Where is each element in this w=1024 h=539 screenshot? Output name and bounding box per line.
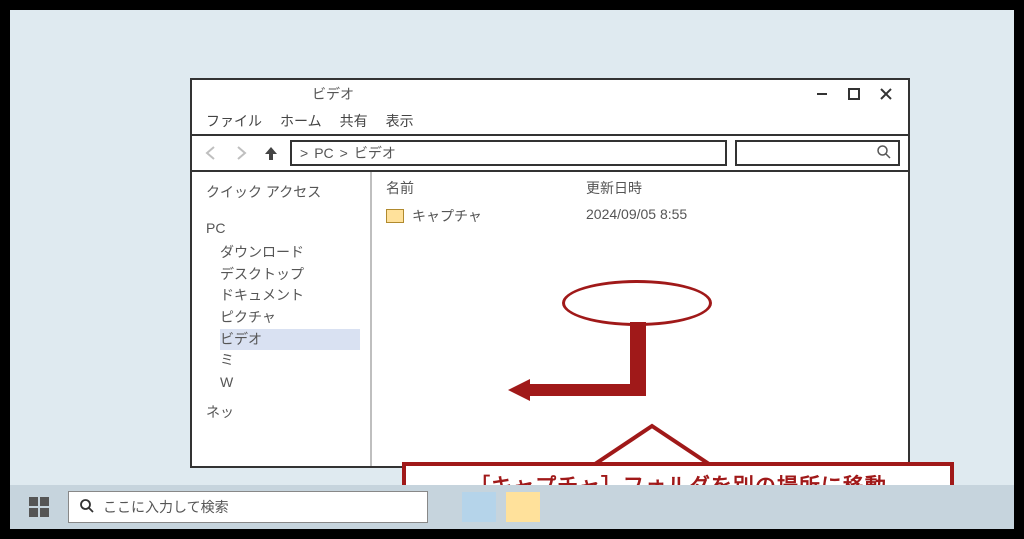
- menu-file[interactable]: ファイル: [206, 111, 262, 131]
- sidebar-item-w[interactable]: W: [220, 372, 360, 394]
- list-item[interactable]: キャプチャ: [386, 204, 586, 228]
- sidebar-item-music[interactable]: ミ: [220, 350, 360, 372]
- sidebar-item-documents[interactable]: ドキュメント: [220, 285, 360, 307]
- column-header-name[interactable]: 名前: [386, 178, 586, 198]
- annotation-arrow-head: [508, 379, 530, 401]
- nav-forward-button[interactable]: [230, 142, 252, 164]
- sidebar-quick-access[interactable]: クイック アクセス: [206, 182, 360, 202]
- sidebar: クイック アクセス PC ダウンロード デスクトップ ドキュメント ピクチャ ビ…: [192, 172, 370, 466]
- taskbar-search-placeholder: ここに入力して検索: [103, 497, 229, 517]
- path-seg-pc[interactable]: PC: [314, 145, 333, 161]
- minimize-button[interactable]: [806, 83, 838, 105]
- taskbar-app-2[interactable]: [506, 492, 540, 522]
- folder-icon: [386, 209, 404, 223]
- address-bar[interactable]: > PC > ビデオ: [290, 140, 727, 166]
- annotation-ellipse: [562, 280, 712, 326]
- window-title: ビデオ: [312, 84, 354, 104]
- titlebar: ビデオ: [192, 80, 908, 108]
- taskbar: ここに入力して検索: [10, 485, 1014, 529]
- column-header-modified[interactable]: 更新日時: [586, 178, 894, 198]
- annotation-arrow: [528, 384, 646, 396]
- sidebar-item-downloads[interactable]: ダウンロード: [220, 242, 360, 264]
- menu-share[interactable]: 共有: [340, 111, 368, 131]
- file-list: 名前 キャプチャ 更新日時 2024/09/05 8:55: [372, 172, 908, 466]
- menu-home[interactable]: ホーム: [280, 111, 322, 131]
- sidebar-item-desktop[interactable]: デスクトップ: [220, 264, 360, 286]
- sidebar-item-pictures[interactable]: ピクチャ: [220, 307, 360, 329]
- path-sep: >: [340, 145, 348, 161]
- menu-view[interactable]: 表示: [386, 111, 414, 131]
- file-name: キャプチャ: [412, 206, 482, 226]
- taskbar-app-1[interactable]: [462, 492, 496, 522]
- maximize-button[interactable]: [838, 83, 870, 105]
- search-icon: [79, 498, 95, 517]
- nav-back-button[interactable]: [200, 142, 222, 164]
- start-button[interactable]: [20, 490, 58, 524]
- path-sep: >: [300, 145, 308, 161]
- sidebar-pc[interactable]: PC: [206, 220, 360, 236]
- file-modified: 2024/09/05 8:55: [586, 204, 894, 224]
- toolbar: > PC > ビデオ: [192, 134, 908, 172]
- path-seg-videos[interactable]: ビデオ: [354, 143, 396, 163]
- explorer-window: ビデオ ファイル ホーム 共有 表示: [190, 78, 910, 468]
- taskbar-search[interactable]: ここに入力して検索: [68, 491, 428, 523]
- search-box[interactable]: [735, 140, 900, 166]
- sidebar-network[interactable]: ネッ: [206, 402, 360, 422]
- search-icon: [876, 144, 892, 163]
- sidebar-item-videos[interactable]: ビデオ: [220, 329, 360, 351]
- close-button[interactable]: [870, 83, 902, 105]
- nav-up-button[interactable]: [260, 142, 282, 164]
- menubar: ファイル ホーム 共有 表示: [192, 108, 908, 134]
